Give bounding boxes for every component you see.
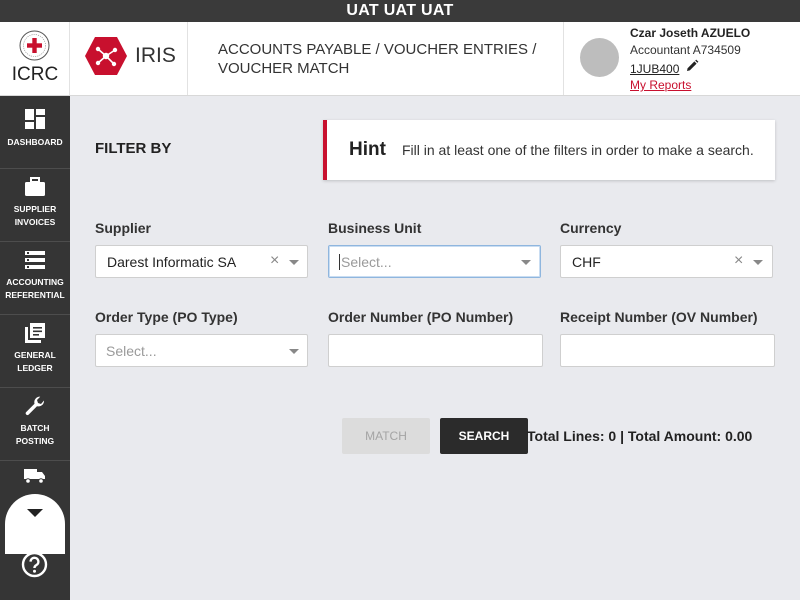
- breadcrumb-line-1: ACCOUNTS PAYABLE / VOUCHER ENTRIES /: [218, 41, 537, 58]
- supplier-value: Darest Informatic SA: [107, 254, 237, 270]
- user-name: Czar Joseth AZUELO: [630, 26, 751, 40]
- help-icon[interactable]: [21, 551, 48, 578]
- pencil-icon[interactable]: [685, 59, 699, 73]
- match-button[interactable]: MATCH: [342, 418, 430, 454]
- sidebar-label-line: LEDGER: [17, 363, 53, 373]
- search-button[interactable]: SEARCH: [440, 418, 528, 454]
- iris-logo[interactable]: IRIS: [70, 22, 188, 95]
- business-unit-placeholder: Select...: [341, 254, 392, 270]
- icrc-wordmark: ICRC: [11, 64, 59, 85]
- hint-box: Hint Fill in at least one of the filters…: [323, 120, 775, 180]
- sidebar-label-line: REFERENTIAL: [5, 290, 65, 300]
- sidebar-item-general-ledger[interactable]: GENERAL LEDGER: [0, 315, 70, 388]
- filter-by-title: FILTER BY: [95, 140, 172, 157]
- sidebar-item-batch-posting[interactable]: BATCH POSTING: [0, 388, 70, 461]
- user-unit-code-link[interactable]: 1JUB400: [630, 62, 679, 76]
- chevron-down-icon[interactable]: [753, 260, 763, 265]
- hint-title: Hint: [349, 139, 386, 160]
- sidebar-item-label: BATCH POSTING: [0, 422, 70, 448]
- supplier-label: Supplier: [95, 220, 152, 236]
- icrc-logo[interactable]: ICRC: [0, 22, 70, 95]
- chevron-down-icon: [27, 509, 43, 517]
- supplier-select[interactable]: Darest Informatic SA ×: [95, 245, 308, 278]
- user-role: Accountant A734509: [630, 43, 741, 57]
- order-number-label: Order Number (PO Number): [328, 309, 514, 325]
- currency-label: Currency: [560, 220, 622, 236]
- my-reports-link[interactable]: My Reports: [630, 78, 691, 92]
- sidebar-label-line: GENERAL: [14, 350, 56, 360]
- sidebar-label-line: POSTING: [15, 436, 55, 446]
- user-panel: Czar Joseth AZUELO Accountant A734509 1J…: [563, 22, 800, 95]
- sidebar-item-label: GENERAL LEDGER: [0, 349, 70, 375]
- business-unit-select[interactable]: Select...: [328, 245, 541, 278]
- clear-icon[interactable]: ×: [270, 252, 279, 270]
- sidebar-item-supplier-invoices[interactable]: SUPPLIER INVOICES: [0, 169, 70, 242]
- order-type-select[interactable]: Select...: [95, 334, 308, 367]
- sidebar-item-label: SUPPLIER INVOICES: [0, 203, 70, 229]
- environment-banner: UAT UAT UAT: [0, 0, 800, 22]
- hint-text: Fill in at least one of the filters in o…: [402, 142, 754, 158]
- iris-wordmark: IRIS: [135, 44, 176, 67]
- sidebar-label-line: BATCH: [20, 423, 50, 433]
- sidebar-item-accounting-referential[interactable]: ACCOUNTING REFERENTIAL: [0, 242, 70, 315]
- sidebar-label-line: INVOICES: [14, 217, 56, 227]
- chevron-down-icon[interactable]: [289, 349, 299, 354]
- order-number-input[interactable]: [328, 334, 543, 367]
- chevron-down-icon[interactable]: [289, 260, 299, 265]
- text-cursor: [339, 254, 340, 270]
- currency-select[interactable]: CHF ×: [560, 245, 773, 278]
- breadcrumb: ACCOUNTS PAYABLE / VOUCHER ENTRIES / VOU…: [218, 40, 538, 78]
- truck-icon: [24, 469, 45, 484]
- briefcase-icon: [25, 177, 45, 196]
- business-unit-label: Business Unit: [328, 220, 422, 236]
- order-type-label: Order Type (PO Type): [95, 309, 238, 325]
- wrench-icon: [25, 396, 45, 416]
- receipt-number-input[interactable]: [560, 334, 775, 367]
- order-type-placeholder: Select...: [106, 343, 157, 359]
- iris-hexagon-icon: [85, 37, 127, 75]
- sidebar-item-label: DASHBOARD: [7, 137, 63, 147]
- clear-icon[interactable]: ×: [734, 252, 743, 270]
- avatar[interactable]: [580, 38, 619, 77]
- ledger-icon: [25, 323, 45, 343]
- breadcrumb-line-2: VOUCHER MATCH: [218, 60, 350, 77]
- dashboard-icon: [25, 109, 45, 129]
- sidebar-item-dashboard[interactable]: DASHBOARD: [0, 96, 70, 169]
- list-icon: [25, 251, 45, 269]
- chevron-down-icon[interactable]: [521, 260, 531, 265]
- sidebar-label-line: SUPPLIER: [13, 204, 57, 214]
- sidebar-item-label: ACCOUNTING REFERENTIAL: [0, 276, 70, 302]
- sidebar-scroll-down-button[interactable]: [5, 494, 65, 554]
- currency-value: CHF: [572, 254, 601, 270]
- sidebar-label-line: ACCOUNTING: [6, 277, 64, 287]
- red-cross-emblem-icon: [19, 30, 50, 61]
- receipt-number-label: Receipt Number (OV Number): [560, 309, 758, 325]
- sidebar: DASHBOARD SUPPLIER INVOICES ACCOUNTING R…: [0, 96, 70, 600]
- totals-summary: Total Lines: 0 | Total Amount: 0.00: [527, 428, 753, 444]
- app-header: ICRC IRIS ACCOUNTS PAYABLE / VOUCHER ENT…: [0, 22, 800, 96]
